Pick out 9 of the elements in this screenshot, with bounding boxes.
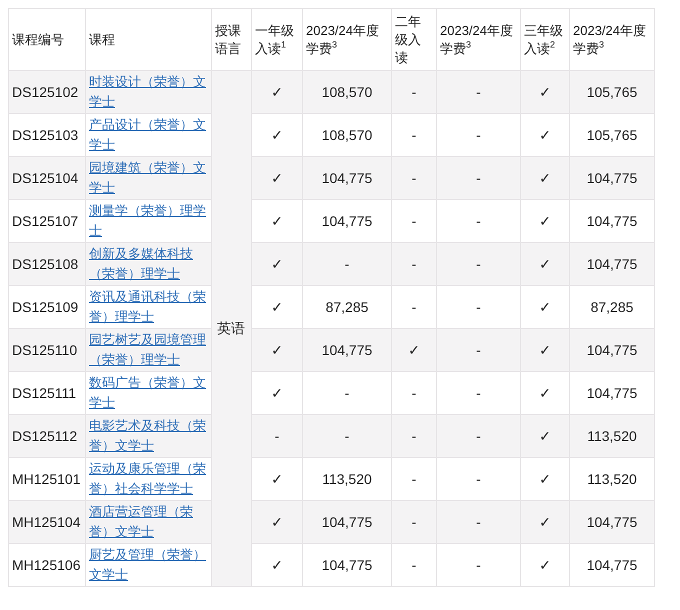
fee-cell: -	[436, 544, 520, 586]
entry-mark: ✓	[252, 544, 302, 586]
entry-mark: ✓	[520, 544, 570, 586]
entry-mark: -	[392, 544, 436, 586]
column-header: 课程编号	[8, 8, 86, 70]
course-code: MH125106	[8, 544, 86, 586]
fee-cell: 104,775	[302, 544, 392, 586]
fee-cell: 104,775	[570, 544, 654, 586]
language-cell: 英语	[212, 70, 252, 586]
